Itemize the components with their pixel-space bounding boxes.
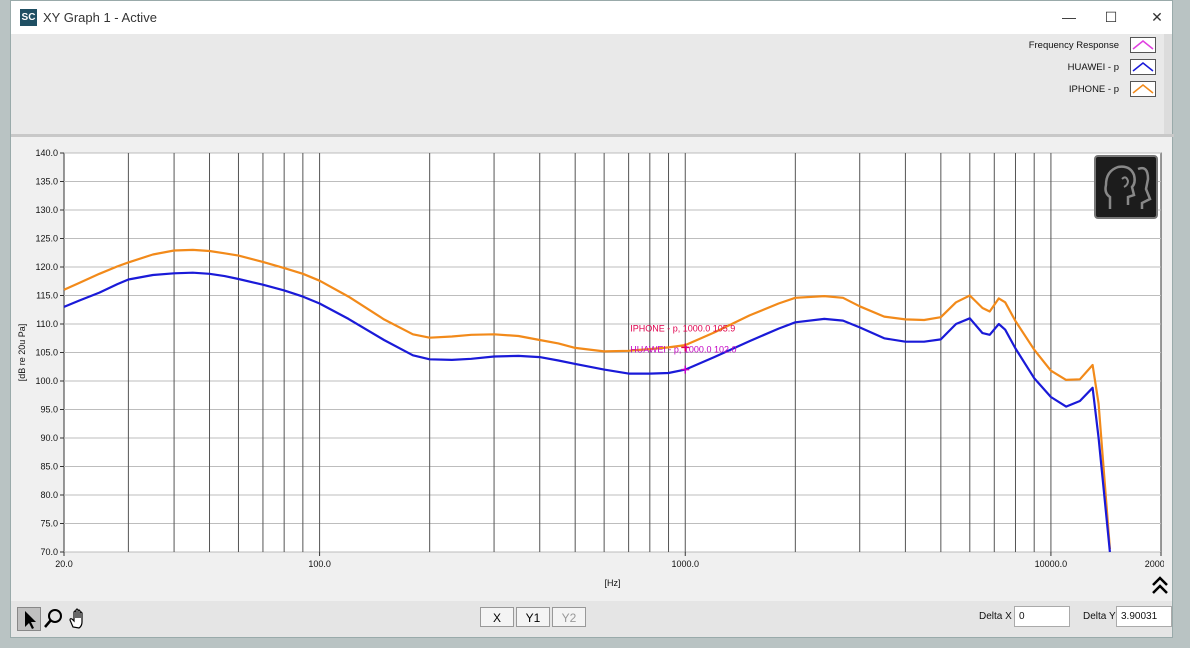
wave-icon <box>1130 59 1156 75</box>
pointer-icon[interactable] <box>17 607 41 631</box>
zoom-icon[interactable] <box>42 607 66 631</box>
y2-axis-button[interactable]: Y2 <box>552 607 586 627</box>
y-tick-label: 130.0 <box>35 205 58 215</box>
delta-y-label: Delta Y <box>1083 611 1116 622</box>
legend-scrollbar[interactable] <box>1164 34 1172 134</box>
y-tick-label: 90.0 <box>40 433 58 443</box>
window-title: XY Graph 1 - Active <box>43 10 157 25</box>
wave-icon <box>1130 81 1156 97</box>
y-tick-label: 95.0 <box>40 405 58 415</box>
y-tick-label: 75.0 <box>40 519 58 529</box>
y-tick-label: 85.0 <box>40 462 58 472</box>
y-tick-label: 70.0 <box>40 547 58 557</box>
maximize-button[interactable]: ☐ <box>1088 1 1134 33</box>
y-tick-label: 110.0 <box>36 319 58 329</box>
x-tick-label: 1000.0 <box>671 559 699 569</box>
minimize-button[interactable]: — <box>1046 1 1092 33</box>
x-tick-label: 100.0 <box>308 559 331 569</box>
x-tick-label: 20000.0 <box>1145 559 1164 569</box>
title-bar[interactable]: SC XY Graph 1 - Active — ☐ ✕ <box>11 1 1172 34</box>
x-tick-label: 10000.0 <box>1035 559 1068 569</box>
graph-window: SC XY Graph 1 - Active — ☐ ✕ Frequency R… <box>10 0 1174 638</box>
delta-x-field[interactable]: 0 <box>1014 606 1070 627</box>
y-tick-label: 135.0 <box>35 177 58 187</box>
collapse-up-icon[interactable] <box>1151 575 1169 599</box>
y-tick-label: 120.0 <box>35 262 58 272</box>
legend-label: Frequency Response <box>1028 39 1119 51</box>
y-tick-label: 80.0 <box>40 490 58 500</box>
x-tick-label: 20.0 <box>55 559 73 569</box>
wave-icon <box>1130 37 1156 53</box>
delta-x-label: Delta X <box>979 611 1012 622</box>
y-tick-label: 115.0 <box>36 291 58 301</box>
legend-panel: Frequency Response HUAWEI - p IPHONE - p <box>11 34 1164 134</box>
app-icon: SC <box>20 9 37 26</box>
delta-y-field[interactable]: 3.90031 <box>1116 606 1172 627</box>
y-axis-label: [dB re 20u Pa] <box>17 324 27 382</box>
frequency-response-chart[interactable]: 70.0 75.0 80.0 85.0 90.0 95.0 100.0 105.0 110.0 1… <box>11 138 1164 601</box>
plot-area[interactable]: 70.0 75.0 80.0 85.0 90.0 95.0 100.0 105.0 110.0 1… <box>11 138 1164 601</box>
legend-item-huawei[interactable]: HUAWEI - p <box>1068 57 1156 77</box>
legend-item-frequency-response[interactable]: Frequency Response <box>1029 35 1156 55</box>
y1-axis-button[interactable]: Y1 <box>516 607 550 627</box>
x-axis-label: [Hz] <box>604 578 620 588</box>
cursor-label: IPHONE - p, 1000.0 105.9 <box>630 323 735 333</box>
panel-divider[interactable] <box>11 134 1174 137</box>
close-button[interactable]: ✕ <box>1134 1 1180 33</box>
head-ear-icon[interactable] <box>1094 155 1158 219</box>
cursor-label: HUAWEI - p, 1000.0 102.0 <box>630 345 736 355</box>
y-tick-label: 100.0 <box>35 376 58 386</box>
legend-label: HUAWEI - p <box>1067 61 1119 73</box>
x-axis-button[interactable]: X <box>480 607 514 627</box>
pan-hand-icon[interactable] <box>66 607 90 631</box>
legend-label: IPHONE - p <box>1068 83 1119 95</box>
y-tick-label: 125.0 <box>35 234 58 244</box>
legend-item-iphone[interactable]: IPHONE - p <box>1069 79 1156 99</box>
y-tick-label: 140.0 <box>35 148 58 158</box>
y-tick-label: 105.0 <box>35 348 58 358</box>
